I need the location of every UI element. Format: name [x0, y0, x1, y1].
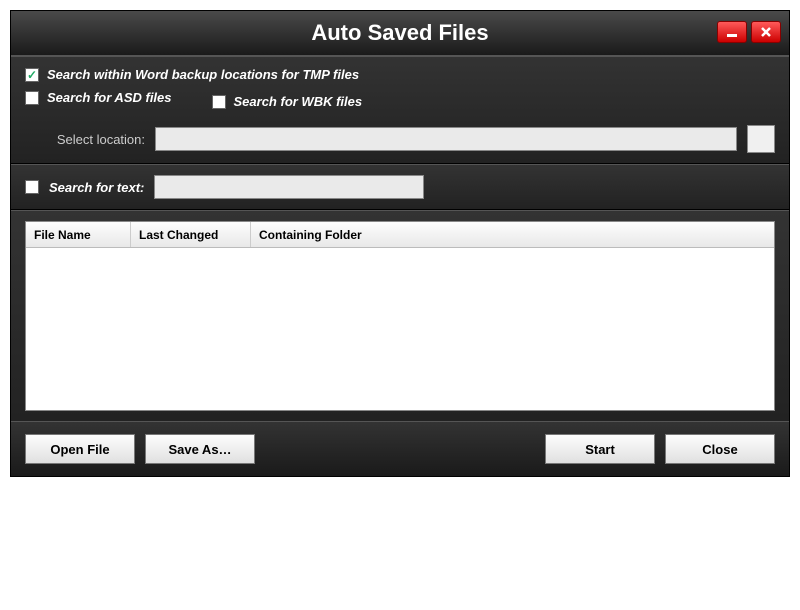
table-body[interactable] [26, 248, 774, 408]
window-controls [717, 21, 781, 43]
asd-checkbox[interactable] [25, 91, 39, 105]
footer-buttons: Open File Save As… Start Close [11, 421, 789, 476]
close-window-button[interactable] [751, 21, 781, 43]
location-label: Select location: [25, 132, 145, 147]
search-text-label: Search for text: [49, 180, 144, 195]
wbk-option-row: Search for WBK files [212, 90, 363, 113]
start-button[interactable]: Start [545, 434, 655, 464]
tmp-option-row: Search within Word backup locations for … [25, 67, 775, 82]
search-text-row: Search for text: [25, 175, 775, 199]
minimize-icon [725, 25, 739, 39]
search-text-section: Search for text: [11, 164, 789, 210]
column-file-name[interactable]: File Name [26, 222, 131, 247]
minimize-button[interactable] [717, 21, 747, 43]
search-text-input[interactable] [154, 175, 424, 199]
location-row: Select location: [25, 125, 775, 153]
location-input[interactable] [155, 127, 737, 151]
asd-option-row: Search for ASD files [25, 90, 172, 105]
open-file-button[interactable]: Open File [25, 434, 135, 464]
column-containing-folder[interactable]: Containing Folder [251, 222, 774, 247]
dialog-window: Auto Saved Files Search within Word back… [10, 10, 790, 477]
search-text-checkbox[interactable] [25, 180, 39, 194]
footer-spacer [265, 434, 535, 464]
wbk-label: Search for WBK files [234, 94, 363, 109]
browse-button[interactable] [747, 125, 775, 153]
table-header: File Name Last Changed Containing Folder [26, 222, 774, 248]
close-icon [759, 25, 773, 39]
dialog-title: Auto Saved Files [311, 20, 488, 46]
column-last-changed[interactable]: Last Changed [131, 222, 251, 247]
asd-label: Search for ASD files [47, 90, 172, 105]
titlebar: Auto Saved Files [11, 11, 789, 56]
tmp-label: Search within Word backup locations for … [47, 67, 359, 82]
tmp-checkbox[interactable] [25, 68, 39, 82]
close-button[interactable]: Close [665, 434, 775, 464]
results-section: File Name Last Changed Containing Folder [11, 210, 789, 421]
wbk-checkbox[interactable] [212, 95, 226, 109]
search-options-section: Search within Word backup locations for … [11, 56, 789, 164]
results-table: File Name Last Changed Containing Folder [25, 221, 775, 411]
save-as-button[interactable]: Save As… [145, 434, 255, 464]
file-type-options: Search for ASD files Search for WBK file… [25, 90, 775, 113]
